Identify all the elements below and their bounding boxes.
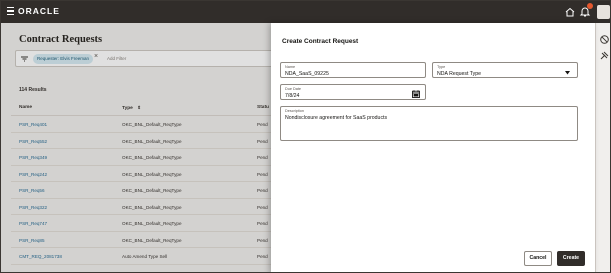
home-icon[interactable] bbox=[564, 6, 576, 18]
calendar-icon[interactable] bbox=[412, 90, 420, 98]
name-field-label: Name bbox=[285, 65, 296, 69]
chevron-down-icon[interactable] bbox=[565, 71, 570, 75]
type-select-value[interactable]: NDA Request Type bbox=[437, 71, 481, 77]
create-button[interactable]: Create bbox=[557, 251, 585, 266]
due-date-field-label: Due Date bbox=[285, 87, 302, 91]
oracle-logo[interactable]: ORACLE bbox=[18, 6, 60, 16]
description-field[interactable]: Description Nondisclosure agreement for … bbox=[280, 106, 578, 141]
due-date-field-value[interactable]: 7/8/24 bbox=[285, 93, 299, 99]
type-select-label: Type bbox=[437, 65, 446, 69]
cancel-button[interactable]: Cancel bbox=[524, 251, 552, 266]
description-field-value[interactable]: Nondisclosure agreement for SaaS product… bbox=[285, 115, 387, 121]
hamburger-icon[interactable] bbox=[7, 7, 14, 17]
right-rail bbox=[595, 23, 610, 272]
avatar[interactable] bbox=[597, 5, 610, 19]
notification-badge bbox=[587, 3, 593, 9]
name-field[interactable]: Name NDA_SaaS_09225 bbox=[280, 62, 426, 78]
global-header: ORACLE bbox=[1, 1, 610, 23]
app-window: ORACLE Contract Requests Requester: Elvi… bbox=[0, 0, 611, 273]
due-date-field[interactable]: Due Date 7/8/24 bbox=[280, 84, 426, 100]
block-icon[interactable] bbox=[599, 34, 610, 45]
type-select[interactable]: Type NDA Request Type bbox=[432, 62, 578, 78]
description-field-label: Description bbox=[285, 109, 304, 113]
name-field-value[interactable]: NDA_SaaS_09225 bbox=[285, 71, 329, 77]
tools-icon[interactable] bbox=[599, 50, 610, 61]
drawer-title: Create Contract Request bbox=[282, 38, 359, 45]
create-contract-request-drawer: Create Contract Request Name NDA_SaaS_09… bbox=[271, 23, 595, 272]
